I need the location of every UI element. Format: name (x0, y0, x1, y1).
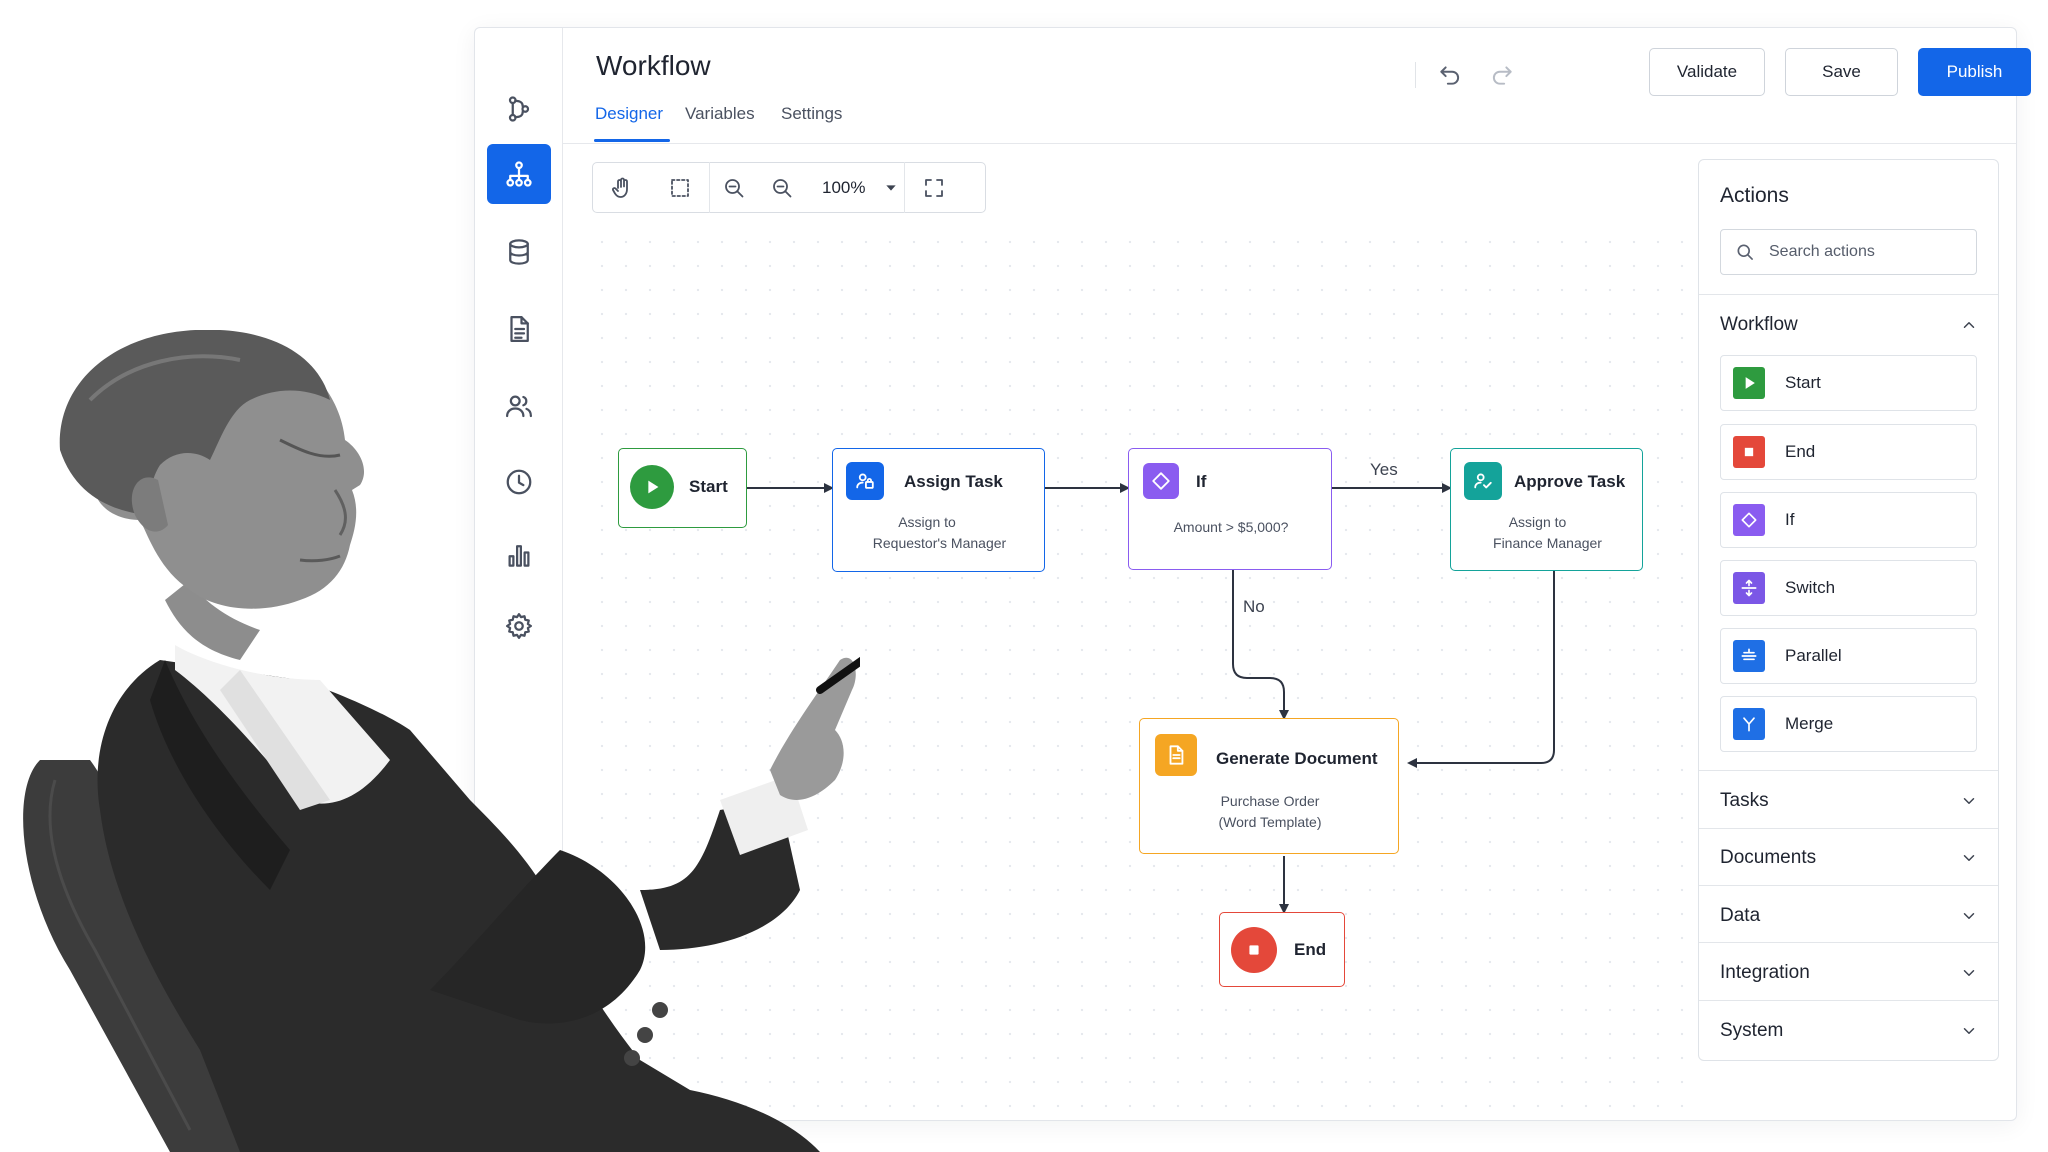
section-workflow-label: Workflow (1720, 314, 1798, 335)
section-workflow-header[interactable]: Workflow (1720, 310, 1978, 340)
diamond-icon (1733, 504, 1765, 536)
divider (1699, 294, 1998, 295)
node-assign-task-title: Assign Task (904, 472, 1003, 491)
divider (1699, 770, 1998, 771)
actions-panel-title: Actions (1720, 184, 1789, 207)
action-item-end[interactable]: End (1720, 424, 1977, 480)
node-end[interactable]: End (1219, 912, 1345, 987)
node-generate-document-sub1: Purchase Order (1220, 793, 1320, 809)
search-box[interactable] (1720, 229, 1977, 275)
section-documents-header[interactable]: Documents (1720, 843, 1978, 873)
presenter-photo (23, 330, 860, 1152)
section-tasks-label: Tasks (1720, 790, 1769, 811)
node-assign-task[interactable]: Assign Task Assign to Requestor's Manage… (832, 448, 1045, 572)
document-icon (1155, 734, 1197, 776)
section-data-header[interactable]: Data (1720, 901, 1978, 931)
node-approve-task-sub2: Finance Manager (1493, 535, 1602, 551)
parallel-icon (1733, 640, 1765, 672)
node-generate-document-subtitle: Purchase Order (Word Template) (1140, 791, 1400, 833)
edge-approve-generate (1407, 571, 1555, 768)
action-item-label: Start (1785, 373, 1821, 392)
action-item-switch[interactable]: Switch (1720, 560, 1977, 616)
node-if-title: If (1196, 472, 1207, 491)
action-item-label: If (1785, 510, 1795, 529)
node-approve-task[interactable]: Approve Task Assign to Finance Manager (1450, 448, 1643, 571)
action-item-label: Parallel (1785, 646, 1842, 665)
diamond-icon (1143, 463, 1179, 499)
stage: Workflow Designer Variables Settings Val… (0, 0, 2048, 1152)
node-approve-task-subtitle: Assign to Finance Manager (1451, 512, 1644, 554)
search-icon (1737, 244, 1753, 260)
section-system-label: System (1720, 1020, 1784, 1041)
edge-label-yes: Yes (1370, 460, 1398, 479)
divider (1699, 942, 1998, 943)
node-generate-document-title: Generate Document (1216, 749, 1378, 768)
action-item-label: End (1785, 442, 1816, 461)
section-integration-header[interactable]: Integration (1720, 958, 1978, 988)
node-generate-document-sub2: (Word Template) (1218, 814, 1322, 830)
chevron-down-icon (1963, 855, 1975, 861)
switch-icon (1733, 572, 1765, 604)
chevron-up-icon (1963, 322, 1975, 328)
chevron-down-icon (1963, 913, 1975, 919)
merge-icon (1733, 708, 1765, 740)
action-item-label: Switch (1785, 578, 1836, 597)
stop-icon (1733, 436, 1765, 468)
search-input[interactable] (1769, 243, 1969, 261)
node-if-subtitle: Amount > $5,000? (1173, 519, 1289, 535)
divider (1699, 885, 1998, 886)
action-item-if[interactable]: If (1720, 492, 1977, 548)
divider (1699, 828, 1998, 829)
divider (1699, 1000, 1998, 1001)
node-approve-task-sub1: Assign to (1508, 514, 1567, 530)
action-item-parallel[interactable]: Parallel (1720, 628, 1977, 684)
edge-label-no: No (1243, 597, 1265, 616)
hand (770, 657, 856, 800)
chevron-down-icon (1963, 970, 1975, 976)
action-item-start[interactable]: Start (1720, 355, 1977, 411)
play-icon (1733, 367, 1765, 399)
actions-panel: Actions Workflow Start End If Switch (1698, 159, 1999, 1061)
approve-user-icon (1464, 462, 1502, 500)
chevron-down-icon (1963, 798, 1975, 804)
node-assign-task-subtitle: Assign to Requestor's Manager (833, 512, 1046, 554)
node-if[interactable]: If Amount > $5,000? (1128, 448, 1332, 570)
chevron-down-icon (1963, 1028, 1975, 1034)
section-data-label: Data (1720, 905, 1761, 926)
section-integration-label: Integration (1720, 962, 1810, 983)
node-assign-task-sub2: Requestor's Manager (872, 535, 1007, 551)
action-item-label: Merge (1785, 714, 1834, 733)
stop-icon (1231, 927, 1277, 973)
action-item-merge[interactable]: Merge (1720, 696, 1977, 752)
edge-if-generate-no (1232, 570, 1289, 720)
node-approve-task-title: Approve Task (1514, 472, 1626, 491)
section-tasks-header[interactable]: Tasks (1720, 786, 1978, 816)
node-generate-document[interactable]: Generate Document Purchase Order (Word T… (1139, 718, 1399, 854)
node-end-title: End (1294, 940, 1327, 959)
section-system-header[interactable]: System (1720, 1016, 1978, 1046)
section-documents-label: Documents (1720, 847, 1817, 868)
